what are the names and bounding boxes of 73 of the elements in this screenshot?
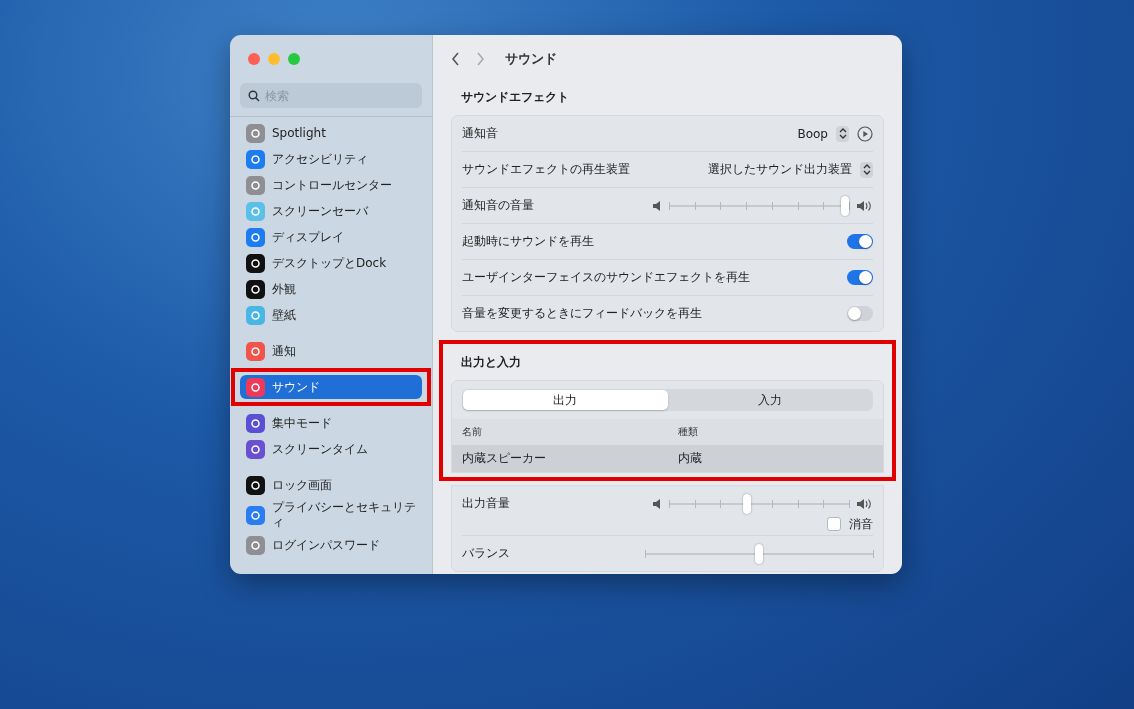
slider-thumb[interactable] [742, 493, 751, 514]
play-icon[interactable] [857, 125, 873, 142]
settings-icon [246, 175, 265, 195]
section-title: 出力と入力 [460, 354, 522, 371]
sidebar-item[interactable]: デスクトップとDock [240, 251, 422, 275]
settings-icon [246, 253, 265, 273]
stepper-icon[interactable] [860, 161, 873, 178]
settings-icon [246, 201, 265, 221]
sidebar-item[interactable]: スクリーンタイム [240, 437, 422, 461]
slider-thumb[interactable] [755, 543, 763, 564]
settings-icon [246, 439, 265, 459]
setting-label: 音量を変更するときにフィードバックを再生 [462, 305, 702, 322]
sidebar-item[interactable]: コントロールセンター [240, 173, 422, 197]
sidebar-item[interactable]: Spotlight [240, 121, 422, 145]
segment-tab[interactable]: 出力 [463, 390, 668, 410]
sidebar-item[interactable]: 集中モード [240, 411, 422, 435]
segment-tab[interactable]: 入力 [667, 390, 872, 410]
sidebar-item[interactable]: プライバシーとセキュリティ [240, 499, 422, 531]
sidebar-item[interactable]: ログインパスワード [240, 533, 422, 557]
toggle-switch[interactable] [847, 270, 873, 285]
speaker-low-icon [653, 498, 661, 509]
checkbox-label: 消音 [849, 515, 873, 533]
speaker-high-icon [857, 199, 873, 212]
slider[interactable] [645, 542, 873, 565]
settings-icon [246, 149, 265, 169]
window-title: サウンド [505, 50, 557, 68]
toggle-switch[interactable] [847, 234, 873, 249]
section-title: サウンドエフェクト [460, 89, 570, 106]
setting-label: ユーザインターフェイスのサウンドエフェクトを再生 [462, 269, 750, 286]
settings-icon [246, 279, 265, 299]
settings-icon [246, 413, 265, 433]
close-button[interactable] [248, 53, 260, 65]
settings-icon [246, 227, 265, 247]
column-header: 名前 [452, 419, 668, 445]
column-header: 種類 [667, 419, 883, 445]
setting-label: バランス [462, 545, 510, 562]
back-icon[interactable] [451, 52, 460, 66]
checkbox[interactable] [827, 517, 841, 531]
settings-icon [246, 305, 265, 325]
search-icon [248, 90, 260, 102]
setting-label: 通知音の音量 [462, 197, 534, 214]
popup-value[interactable]: 選択したサウンド出力装置 [708, 161, 852, 178]
setting-label: サウンドエフェクトの再生装置 [462, 161, 630, 178]
setting-label: 起動時にサウンドを再生 [462, 233, 594, 250]
sidebar-item[interactable]: サウンド [240, 375, 422, 399]
settings-icon [246, 475, 265, 495]
slider[interactable] [669, 194, 849, 217]
table-cell[interactable]: 内蔵 [667, 445, 883, 472]
popup-value[interactable]: Boop [797, 126, 828, 141]
stepper-icon[interactable] [836, 125, 849, 142]
sidebar-item[interactable]: 外観 [240, 277, 422, 301]
sidebar-item[interactable]: 通知 [240, 339, 422, 363]
minimize-button[interactable] [268, 53, 280, 65]
settings-icon [246, 505, 265, 525]
slider-thumb[interactable] [841, 195, 849, 216]
toggle-switch[interactable] [847, 306, 873, 321]
speaker-low-icon [653, 200, 661, 211]
setting-label: 出力音量 [462, 495, 510, 512]
speaker-high-icon [857, 497, 873, 510]
table-cell[interactable]: 内蔵スピーカー [452, 445, 668, 472]
sidebar-item[interactable]: アクセシビリティ [240, 147, 422, 171]
slider[interactable] [669, 492, 849, 515]
sidebar-item[interactable]: 壁紙 [240, 303, 422, 327]
zoom-button[interactable] [288, 53, 300, 65]
settings-icon [246, 123, 265, 143]
sidebar-item[interactable]: ディスプレイ [240, 225, 422, 249]
setting-label: 通知音 [462, 125, 498, 142]
sidebar-item[interactable]: スクリーンセーバ [240, 199, 422, 223]
settings-icon [246, 377, 265, 397]
forward-icon[interactable] [476, 52, 485, 66]
sidebar-item[interactable]: ロック画面 [240, 473, 422, 497]
settings-icon [246, 341, 265, 361]
settings-icon [246, 535, 265, 555]
